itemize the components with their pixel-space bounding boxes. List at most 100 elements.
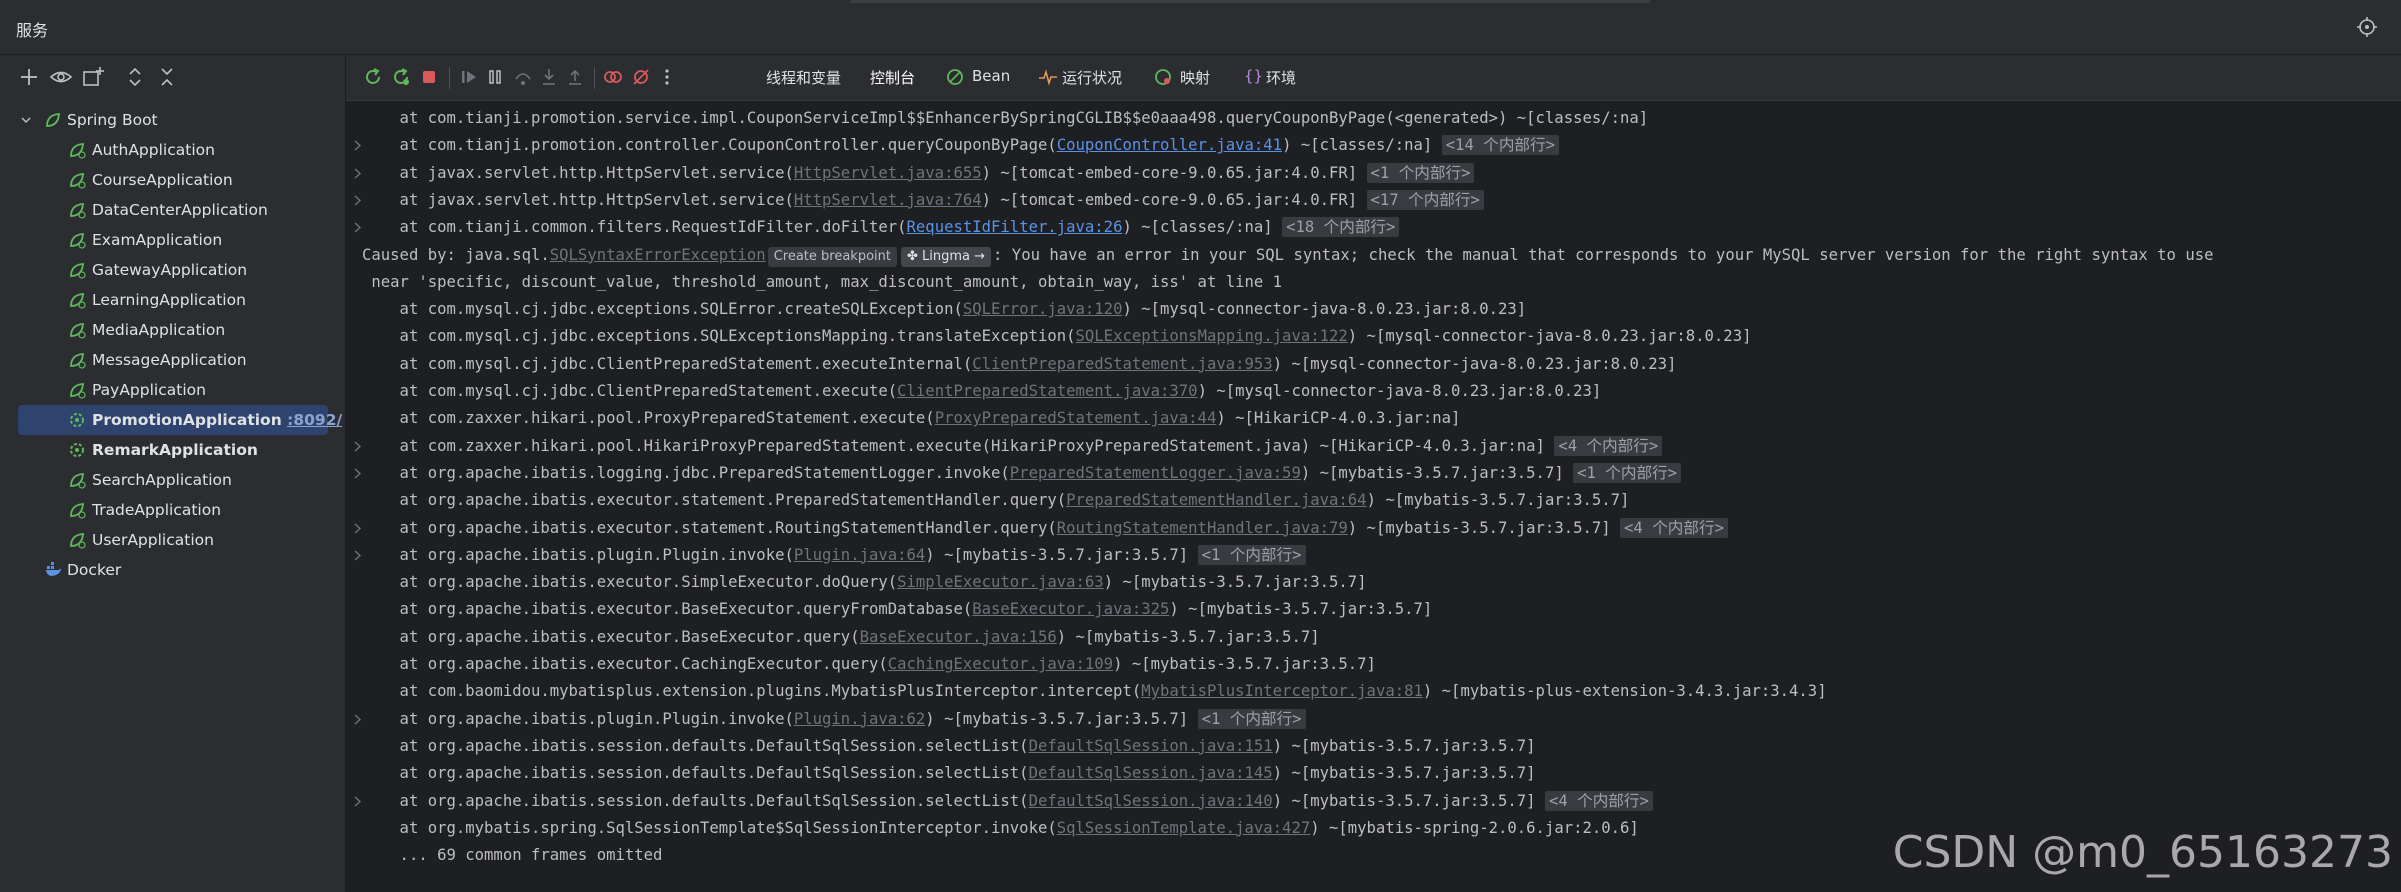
internal-lines-badge[interactable]: <4 个内部行> [1554,435,1663,456]
source-link[interactable]: BaseExecutor.java:325 [972,600,1169,618]
tree-node-app[interactable]: PayApplication [0,375,346,405]
restart-icon[interactable] [390,66,412,88]
lingma-button[interactable]: ✤ Lingma → [901,246,992,267]
log-text: at com.mysql.cj.jdbc.ClientPreparedState… [362,354,973,373]
source-link[interactable]: Plugin.java:64 [794,546,925,564]
window-title: 服务 [16,21,49,40]
tab-bean[interactable]: Bean [972,67,1010,85]
source-link[interactable]: SQLError.java:120 [963,300,1123,318]
tree-node-app[interactable]: GatewayApplication [0,255,346,285]
tree-node-app[interactable]: TradeApplication [0,495,346,525]
step-over-icon[interactable] [512,66,534,88]
rerun-icon[interactable] [362,66,384,88]
log-text: ) ~[HikariCP-4.0.3.jar:na] [1216,409,1461,428]
log-text: at com.tianji.promotion.controller.Coupo… [362,136,1057,155]
internal-lines-badge[interactable]: <1 个内部行> [1366,162,1475,183]
internal-lines-badge[interactable]: <18 个内部行> [1282,217,1400,238]
source-link[interactable]: HttpServlet.java:655 [794,164,982,182]
log-text: at org.apache.ibatis.executor.BaseExecut… [362,600,973,619]
tab-threads-variables[interactable]: 线程和变量 [766,67,841,88]
source-link[interactable]: SimpleExecutor.java:63 [897,573,1104,591]
tree-node-app[interactable]: MediaApplication [0,315,346,345]
tab-console[interactable]: 控制台 [870,67,915,88]
source-link[interactable]: RoutingStatementHandler.java:79 [1057,519,1348,537]
tree-node-app[interactable]: CourseApplication [0,165,346,195]
internal-lines-badge[interactable]: <1 个内部行> [1197,708,1306,729]
step-out-icon[interactable] [564,66,586,88]
port-link[interactable]: :8092/ [287,411,342,429]
source-link[interactable]: ProxyPreparedStatement.java:44 [935,409,1217,427]
source-link[interactable]: CachingExecutor.java:109 [888,655,1113,673]
resume-icon[interactable] [458,66,480,88]
tree-node-app[interactable]: MessageApplication [0,345,346,375]
source-link[interactable]: SqlSessionTemplate.java:427 [1057,819,1310,837]
source-link[interactable]: PreparedStatementHandler.java:64 [1066,491,1366,509]
tree-node-label: MessageApplication [92,351,247,369]
eye-icon[interactable] [48,64,74,90]
console-line: at com.zaxxer.hikari.pool.ProxyPreparedS… [346,405,2401,432]
source-link[interactable]: ClientPreparedStatement.java:370 [897,382,1197,400]
tab-mappings[interactable]: 映射 [1180,67,1210,88]
internal-lines-badge[interactable]: <1 个内部行> [1573,462,1682,483]
internal-lines-badge[interactable]: <1 个内部行> [1197,544,1306,565]
view-breakpoints-icon[interactable] [602,66,624,88]
tree-node-label: SearchApplication [92,471,232,489]
source-link[interactable]: MybatisPlusInterceptor.java:81 [1141,682,1423,700]
tab-health[interactable]: 运行状况 [1062,67,1122,88]
tree-node-app[interactable]: LearningApplication [0,285,346,315]
source-link[interactable]: DefaultSqlSession.java:145 [1029,764,1273,782]
internal-lines-badge[interactable]: <17 个内部行> [1366,189,1484,210]
mute-breakpoints-icon[interactable] [630,66,652,88]
log-text: ) ~[mysql-connector-java-8.0.23.jar:8.0.… [1122,300,1527,319]
console-line: at org.apache.ibatis.session.defaults.De… [346,760,2401,787]
internal-lines-badge[interactable]: <14 个内部行> [1441,135,1559,156]
exception-link[interactable]: SQLSyntaxErrorException [550,246,766,264]
console-line-content: at javax.servlet.http.HttpServlet.servic… [362,187,1484,214]
source-link[interactable]: CouponController.java:41 [1057,136,1282,154]
source-link[interactable]: RequestIdFilter.java:26 [907,218,1123,236]
new-tab-icon[interactable] [80,64,106,90]
expand-icon[interactable] [122,64,148,90]
tree-node-spring-boot[interactable]: Spring Boot [0,105,346,135]
tree-node-app[interactable]: SearchApplication [0,465,346,495]
crosshair-icon[interactable] [2355,15,2379,39]
source-link[interactable]: BaseExecutor.java:156 [860,628,1057,646]
internal-lines-badge[interactable]: <4 个内部行> [1620,517,1728,538]
spring-app-icon [70,383,86,399]
watermark: CSDN @m0_65163273 [1892,827,2393,878]
source-link[interactable]: PreparedStatementLogger.java:59 [1010,464,1301,482]
tab-environment[interactable]: 环境 [1266,67,1296,88]
collapse-icon[interactable] [154,64,180,90]
tree-node-label: TradeApplication [92,501,222,519]
stop-icon[interactable] [418,66,440,88]
source-link[interactable]: SQLExceptionsMapping.java:122 [1076,327,1348,345]
more-icon[interactable] [656,66,678,88]
chevron-down-icon[interactable] [20,114,32,126]
step-into-icon[interactable] [538,66,560,88]
source-link[interactable]: Plugin.java:62 [794,710,925,728]
source-link[interactable]: DefaultSqlSession.java:151 [1029,737,1273,755]
tree-node-app[interactable]: UserApplication [0,525,346,555]
log-text: at com.tianji.promotion.service.impl.Cou… [362,109,1649,127]
source-link[interactable]: DefaultSqlSession.java:140 [1029,792,1273,810]
internal-lines-badge[interactable]: <4 个内部行> [1544,790,1653,811]
add-icon[interactable] [16,64,42,90]
tree-node-app-selected[interactable]: PromotionApplication :8092/ [18,405,342,435]
tree-node-app[interactable]: ExamApplication [0,225,346,255]
source-link[interactable]: HttpServlet.java:764 [794,191,982,209]
console-line-content: at com.mysql.cj.jdbc.exceptions.SQLError… [362,296,1527,323]
create-breakpoint-button[interactable]: Create breakpoint [767,246,897,267]
console-line: at org.apache.ibatis.executor.statement.… [346,487,2401,514]
console-line: at org.apache.ibatis.session.defaults.De… [346,733,2401,760]
console-output[interactable]: at com.tianji.promotion.service.impl.Cou… [346,101,2401,892]
log-text: at com.mysql.cj.jdbc.exceptions.SQLError… [362,300,963,319]
pause-icon[interactable] [484,66,506,88]
tree-node-app[interactable]: AuthApplication [0,135,346,165]
log-text: at org.apache.ibatis.session.defaults.De… [362,791,1029,810]
console-line: at com.tianji.common.filters.RequestIdFi… [346,214,2401,241]
tree-node-docker[interactable]: Docker [0,555,346,585]
tree-node-app[interactable]: DataCenterApplication [0,195,346,225]
console-line-content: at com.tianji.common.filters.RequestIdFi… [362,214,1400,241]
source-link[interactable]: ClientPreparedStatement.java:953 [972,355,1272,373]
tree-node-app[interactable]: RemarkApplication [0,435,346,465]
